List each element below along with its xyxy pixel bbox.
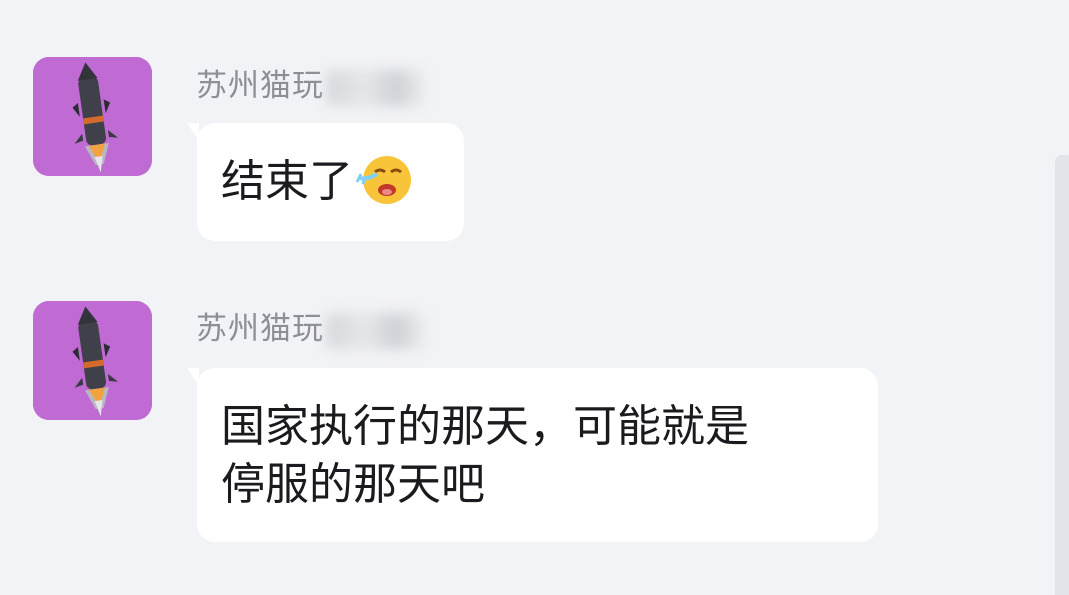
sender-name: 苏州猫玩 [196,60,426,106]
loudly-crying-face-icon [355,156,411,204]
scrollbar[interactable] [1055,155,1069,595]
avatar[interactable] [33,301,152,420]
rocket-icon [33,301,152,420]
message-bubble[interactable]: 结束了 [187,123,464,241]
rocket-icon [33,57,152,176]
sender-name: 苏州猫玩 [196,303,426,349]
message-text-line: 停服的那天吧 [221,459,485,510]
sender-name-text: 苏州猫玩 [196,311,324,347]
message-text: 结束了 [221,156,353,207]
message-text-line: 国家执行的那天，可能就是 [221,401,749,452]
sender-name-text: 苏州猫玩 [196,68,324,104]
avatar[interactable] [33,57,152,176]
redaction-blur [326,312,426,349]
message-bubble[interactable]: 国家执行的那天，可能就是 停服的那天吧 [187,368,878,542]
redaction-blur [326,69,426,106]
